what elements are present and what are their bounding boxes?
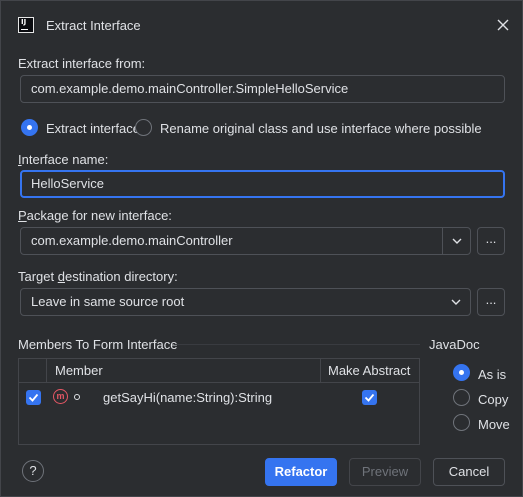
intellij-app-icon: IJ (18, 17, 34, 33)
dialog-title: Extract Interface (46, 18, 141, 33)
javadoc-move-label[interactable]: Move (478, 417, 510, 432)
member-column-header[interactable]: Member (55, 359, 103, 383)
interface-name-label: Interface name: (18, 152, 108, 167)
cancel-button[interactable]: Cancel (433, 458, 505, 486)
public-visibility-icon (74, 394, 80, 400)
rename-original-radio-label[interactable]: Rename original class and use interface … (160, 121, 482, 136)
package-label-text: ackage for new interface: (26, 208, 172, 223)
help-button[interactable]: ? (22, 460, 44, 482)
package-value: com.example.demo.mainController (31, 233, 233, 248)
method-icon: m (53, 389, 68, 404)
javadoc-as-is-label[interactable]: As is (478, 367, 506, 382)
javadoc-as-is-radio[interactable] (453, 364, 470, 381)
close-icon[interactable] (493, 15, 513, 35)
package-dropdown-button[interactable] (442, 228, 470, 254)
package-mnemonic: P (18, 208, 27, 223)
package-combobox[interactable]: com.example.demo.mainController (20, 227, 471, 255)
target-directory-mnemonic: d (57, 269, 65, 284)
member-signature: getSayHi(name:String):String (103, 390, 273, 405)
preview-button[interactable]: Preview (349, 458, 421, 486)
javadoc-copy-label[interactable]: Copy (478, 392, 508, 407)
member-checkbox[interactable] (26, 390, 41, 405)
package-browse-button[interactable]: ... (477, 227, 505, 255)
make-abstract-checkbox[interactable] (362, 390, 377, 405)
members-section-title: Members To Form Interface (18, 337, 178, 352)
target-directory-value: Leave in same source root (31, 294, 185, 309)
javadoc-title: JavaDoc (429, 337, 480, 352)
javadoc-move-radio[interactable] (453, 414, 470, 431)
target-directory-label: Target destination directory: (18, 269, 178, 284)
target-directory-browse-button[interactable]: ... (477, 288, 505, 316)
extract-from-field[interactable]: com.example.demo.mainController.SimpleHe… (20, 75, 505, 103)
chevron-down-icon (452, 238, 462, 244)
extract-from-label: Extract interface from: (18, 56, 146, 71)
target-directory-label-start: Target (18, 269, 58, 284)
target-directory-label-text: estination directory: (64, 269, 178, 284)
title-bar: IJ Extract Interface (1, 1, 522, 49)
check-icon (28, 393, 39, 402)
refactor-button[interactable]: Refactor (265, 458, 337, 486)
members-section-divider (174, 344, 420, 345)
chevron-down-icon (451, 299, 461, 305)
interface-name-label-text: nterface name: (21, 152, 109, 167)
package-label: Package for new interface: (18, 208, 172, 223)
app-icon-text: IJ (21, 18, 27, 26)
extract-interface-dialog: IJ Extract Interface Extract interface f… (0, 0, 523, 497)
extract-interface-radio-label[interactable]: Extract interface (46, 121, 140, 136)
javadoc-copy-radio[interactable] (453, 389, 470, 406)
check-icon (364, 393, 375, 402)
target-directory-combobox[interactable]: Leave in same source root (20, 288, 471, 316)
rename-original-radio[interactable] (135, 119, 152, 136)
extract-interface-radio[interactable] (21, 119, 38, 136)
members-table-header: Member Make Abstract (19, 359, 419, 383)
target-directory-dropdown-button[interactable] (442, 289, 470, 315)
table-row[interactable]: m getSayHi(name:String):String (19, 383, 419, 411)
make-abstract-column-header[interactable]: Make Abstract (328, 359, 410, 383)
interface-name-input[interactable]: HelloService (20, 170, 505, 198)
members-table: Member Make Abstract m getSayHi(name:Str… (18, 358, 420, 445)
